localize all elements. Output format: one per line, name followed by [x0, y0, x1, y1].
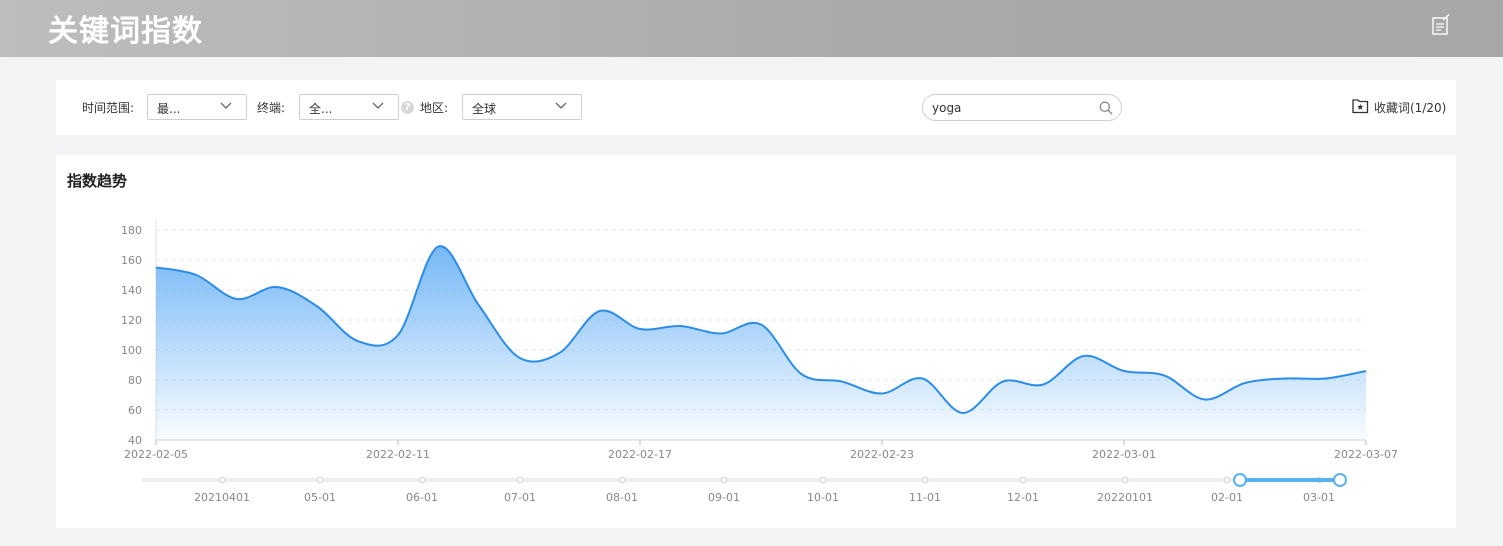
help-icon[interactable]: ?	[401, 101, 414, 114]
data-point	[396, 333, 400, 337]
zoom-label: 20220101	[1097, 491, 1153, 504]
y-tick-label: 120	[121, 314, 142, 327]
data-point	[1324, 377, 1328, 381]
zoom-label: 10-01	[807, 491, 839, 504]
zoom-label: 03-01	[1303, 491, 1335, 504]
data-point	[275, 285, 279, 289]
search-input[interactable]: yoga	[932, 101, 961, 115]
data-point	[194, 273, 198, 277]
data-point	[638, 327, 642, 331]
zoom-dot	[819, 476, 827, 484]
zoom-dot	[516, 476, 524, 484]
data-point	[678, 324, 682, 328]
time-range-label: 时间范围:	[82, 101, 135, 115]
data-point	[154, 266, 158, 270]
trend-chart: 40 60 80 100 120 140 160 180 2022-02-05 2022-02-…	[121, 220, 1398, 504]
chevron-down-icon	[372, 102, 384, 109]
page-header: 关键词指数	[0, 0, 1503, 57]
data-point	[1122, 369, 1126, 373]
x-tick-label: 2022-02-23	[850, 448, 914, 461]
zoom-selection[interactable]	[1240, 478, 1340, 482]
y-tick-label: 60	[128, 404, 142, 417]
zoom-handle-start[interactable]	[1233, 473, 1247, 487]
zoom-dot	[218, 476, 226, 484]
zoom-dot	[921, 476, 929, 484]
zoom-dot	[418, 476, 426, 484]
x-tick-label: 2022-02-11	[366, 448, 430, 461]
zoom-label: 20210401	[194, 491, 250, 504]
zoom-label: 08-01	[606, 491, 638, 504]
x-tick-label: 2022-02-17	[608, 448, 672, 461]
favorites-label: 收藏词(1/20)	[1374, 101, 1447, 115]
y-tick-label: 80	[128, 374, 142, 387]
data-point	[1162, 374, 1166, 378]
data-point	[1001, 380, 1005, 384]
data-point	[356, 339, 360, 343]
data-point	[517, 356, 521, 360]
zoom-handle-end[interactable]	[1333, 473, 1347, 487]
region-label: 地区:	[420, 101, 449, 115]
x-tick-label: 2022-02-05	[124, 448, 188, 461]
zoom-label: 12-01	[1007, 491, 1039, 504]
page-title: 关键词指数	[48, 14, 203, 49]
y-tick-label: 180	[121, 224, 142, 237]
trend-panel: 指数趋势 40 60 80 100 120 140 160 180 2022-02-05 202…	[56, 155, 1456, 528]
data-point	[1364, 369, 1368, 373]
zoom-dot	[316, 476, 324, 484]
data-point	[799, 372, 803, 376]
region-select[interactable]: 全球	[462, 94, 582, 120]
zoom-dot	[1223, 476, 1231, 484]
x-tick-label: 2022-03-01	[1092, 448, 1156, 461]
filter-bar: 时间范围: 最... 终端: 全... ? 地区: 全球 yoga 收藏词(1/…	[56, 80, 1456, 135]
data-point	[961, 411, 965, 415]
data-point	[1243, 381, 1247, 385]
y-tick-label: 100	[121, 344, 142, 357]
data-point	[920, 377, 924, 381]
data-point	[840, 380, 844, 384]
time-range-select[interactable]: 最...	[147, 94, 247, 120]
x-tick-label: 2022-03-07	[1334, 448, 1398, 461]
data-point	[1203, 398, 1207, 402]
device-value: 全...	[309, 102, 333, 116]
device-label: 终端:	[257, 101, 286, 115]
region-value: 全球	[472, 102, 497, 116]
zoom-label: 07-01	[504, 491, 536, 504]
device-select[interactable]: 全...	[299, 94, 399, 120]
y-tick-label: 40	[128, 434, 142, 447]
chevron-down-icon	[220, 102, 232, 109]
data-point	[1283, 377, 1287, 381]
zoom-label: 06-01	[406, 491, 438, 504]
series-area	[156, 246, 1366, 440]
edit-note-icon[interactable]	[1431, 14, 1451, 36]
data-point	[1082, 354, 1086, 358]
zoom-dot	[618, 476, 626, 484]
favorites-folder-icon	[1352, 99, 1369, 114]
keyword-search[interactable]: yoga	[922, 94, 1122, 121]
zoom-label: 11-01	[909, 491, 941, 504]
zoom-dot	[1019, 476, 1027, 484]
data-point	[598, 309, 602, 313]
search-icon[interactable]	[1099, 101, 1113, 115]
zoom-label: 09-01	[708, 491, 740, 504]
data-point	[759, 323, 763, 327]
chevron-down-icon	[555, 102, 567, 109]
data-point	[477, 303, 481, 307]
data-point	[315, 305, 319, 309]
zoom-dot	[1121, 476, 1129, 484]
data-point	[436, 245, 440, 249]
data-point	[880, 392, 884, 396]
data-point	[719, 332, 723, 336]
zoom-label: 05-01	[304, 491, 336, 504]
data-point	[557, 351, 561, 355]
y-tick-label: 140	[121, 284, 142, 297]
zoom-label: 02-01	[1211, 491, 1243, 504]
zoom-dot	[720, 476, 728, 484]
time-range-value: 最...	[157, 102, 181, 116]
y-tick-label: 160	[121, 254, 142, 267]
data-point	[1041, 383, 1045, 387]
data-point	[235, 297, 239, 301]
